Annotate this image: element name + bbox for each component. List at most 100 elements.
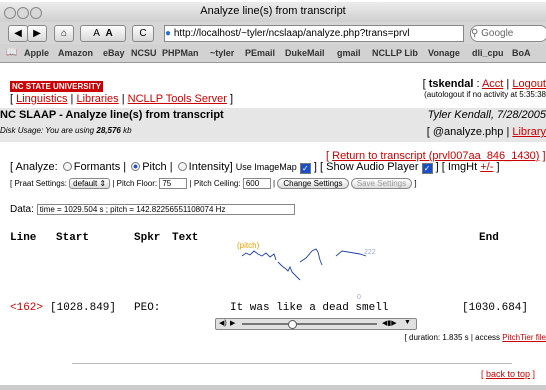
duration-label: [ duration: 1.835 s | access [404, 333, 501, 342]
pitch-radio[interactable] [131, 162, 141, 171]
text-size-button[interactable]: A A [80, 25, 126, 42]
use-imagemap-label: Use ImageMap [235, 162, 297, 172]
disk-usage-value: 28,576 [96, 126, 121, 135]
intensity-label: Intensity] [188, 161, 233, 173]
back-to-top-link[interactable]: back to top [486, 369, 530, 379]
nav-linguistics[interactable]: Linguistics [16, 93, 67, 105]
ncsu-logo[interactable]: NC STATE UNIVERSITY [10, 81, 104, 92]
pitch-min-label: 0 [357, 294, 361, 300]
autologout-note: (autologout if no activity at 5:35:38 [424, 90, 546, 99]
library-link[interactable]: Library [512, 126, 546, 138]
bookmark-amazon[interactable]: Amazon [58, 48, 93, 58]
author-date: Tyler Kendall, 7/28/2005 [427, 109, 546, 121]
change-settings-button[interactable]: Change Settings [277, 178, 349, 189]
window-title: Analyze line(s) from transcript [200, 5, 346, 17]
header-text: Text [172, 232, 199, 244]
praat-select-value: default [73, 179, 98, 188]
player-menu-icon[interactable]: ▼ [404, 319, 411, 326]
search-icon: ⚲ [471, 28, 479, 39]
audio-player: ◀) ▶ ◀▮▶ ▼ [215, 318, 417, 330]
pitch-ceiling-input[interactable]: 600 [242, 178, 271, 190]
line-start-time: [1028.849] [50, 302, 117, 314]
bookmark-vonage[interactable]: Vonage [428, 48, 460, 58]
footer-divider [72, 363, 512, 364]
home-button[interactable]: ⌂ [54, 25, 74, 42]
text-larger-icon: A [105, 28, 113, 39]
address-bar[interactable]: ● http://localhost/~tyler/ncslaap/analyz… [164, 25, 464, 42]
line-end-time: [1030.684] [462, 302, 529, 314]
pitch-plot-label: (pitch) [237, 241, 260, 250]
select-arrows-icon: ⇕ [99, 179, 107, 188]
bookmark-ncsu[interactable]: NCSU [131, 48, 157, 58]
reload-button[interactable]: C [132, 25, 154, 42]
header-end: End [479, 232, 499, 244]
browser-toolbar: ◀ ▶ ⌂ A A C ● http://localhost/~tyler/nc… [0, 22, 546, 45]
show-audio-label: [ Show Audio Player [320, 161, 419, 173]
globe-icon: ● [165, 28, 172, 39]
bookmark-apple[interactable]: Apple [24, 48, 49, 58]
text-smaller-icon: A [93, 28, 100, 39]
audio-scrub-track[interactable] [242, 323, 377, 325]
page-file-nav: [ @analyze.php | Library [427, 126, 546, 138]
user-block: [ tskendal : Acct | Logout (autologout i… [422, 78, 546, 99]
username: tskendal [428, 78, 474, 90]
save-settings-button[interactable]: Save Settings [350, 178, 413, 189]
home-icon: ⌂ [60, 28, 68, 39]
page-title: NC SLAAP - Analyze line(s) from transcri… [0, 109, 224, 121]
forward-button[interactable]: ▶ [27, 25, 47, 42]
bookmark-gmail[interactable]: gmail [337, 48, 361, 58]
disk-usage: Disk Usage: You are using 28,576 kb [0, 126, 132, 135]
search-placeholder: Google [481, 28, 514, 39]
pitch-max-label: 222 [364, 249, 376, 256]
reload-icon: C [139, 28, 147, 39]
bookmark-ebay[interactable]: eBay [103, 48, 125, 58]
pitch-floor-label: | Pitch Floor: [112, 179, 158, 188]
header-spkr: Spkr [134, 232, 161, 244]
url-text: http://localhost/~tyler/ncslaap/analyze.… [173, 28, 410, 39]
bookmark-dli-cpu[interactable]: dli_cpu [472, 48, 504, 58]
imght-label: ] [ ImgHt [435, 161, 478, 173]
formants-label: Formants [73, 161, 121, 173]
disk-usage-unit: kb [123, 126, 132, 135]
line-number-link[interactable]: <162> [10, 302, 43, 314]
step-controls-icon[interactable]: ◀▮▶ [382, 319, 397, 327]
bookmarks-bar: 📖 Apple Amazon eBay NCSU PHPMan ~tyler P… [0, 44, 546, 63]
intensity-radio[interactable] [177, 162, 187, 171]
bookmark-pemail[interactable]: PEmail [245, 48, 275, 58]
header-start: Start [56, 232, 90, 244]
pitch-contour-4 [335, 250, 367, 257]
bookmark-tyler[interactable]: ~tyler [210, 48, 234, 58]
pitch-plot[interactable]: (pitch) 222 0 [230, 236, 380, 300]
bookmark-ncllp-lib[interactable]: NCLLP Lib [372, 48, 418, 58]
browser-bottom-bar [0, 385, 546, 390]
site-nav: [ Linguistics | Libraries | NCLLP Tools … [10, 93, 234, 105]
praat-settings-select[interactable]: default ⇕ [69, 178, 111, 189]
bookmark-phpman[interactable]: PHPMan [162, 48, 199, 58]
pitch-floor-input[interactable]: 75 [159, 178, 188, 190]
acct-link[interactable]: Acct [482, 78, 503, 90]
volume-icon[interactable]: ◀) [219, 319, 227, 327]
show-audio-checkbox[interactable]: ✓ [421, 163, 433, 174]
nav-libraries[interactable]: Libraries [76, 93, 118, 105]
line-text: It was like a dead smell [230, 302, 389, 314]
data-readout-field[interactable]: time = 1029.504 s ; pitch = 142.82256551… [36, 204, 295, 215]
bookmark-dukemail[interactable]: DukeMail [285, 48, 325, 58]
praat-settings-row: [ Praat Settings: default ⇕ | Pitch Floo… [10, 178, 417, 190]
pitch-contour-1 [241, 250, 277, 261]
data-label: Data: [10, 204, 34, 216]
data-row: Data: time = 1029.504 s ; pitch = 142.82… [10, 204, 295, 215]
imght-toggle-link[interactable]: +/- [480, 161, 493, 173]
play-icon[interactable]: ▶ [230, 319, 235, 327]
nav-ncllp-tools[interactable]: NCLLP Tools Server [128, 93, 227, 105]
window-titlebar: Analyze line(s) from transcript [0, 2, 546, 23]
bookmark-boa[interactable]: BoA [512, 48, 531, 58]
use-imagemap-checkbox[interactable]: ✓ [299, 163, 311, 174]
pitchtier-file-link[interactable]: PitchTier file [502, 333, 546, 342]
google-search-field[interactable]: ⚲ Google [470, 25, 546, 42]
forward-arrow-icon: ▶ [33, 28, 41, 39]
bookmarks-book-icon[interactable]: 📖 [6, 47, 17, 58]
formants-radio[interactable] [62, 162, 72, 171]
logout-link[interactable]: Logout [512, 78, 546, 90]
back-button[interactable]: ◀ [8, 25, 28, 42]
audio-scrub-thumb[interactable] [288, 320, 297, 329]
